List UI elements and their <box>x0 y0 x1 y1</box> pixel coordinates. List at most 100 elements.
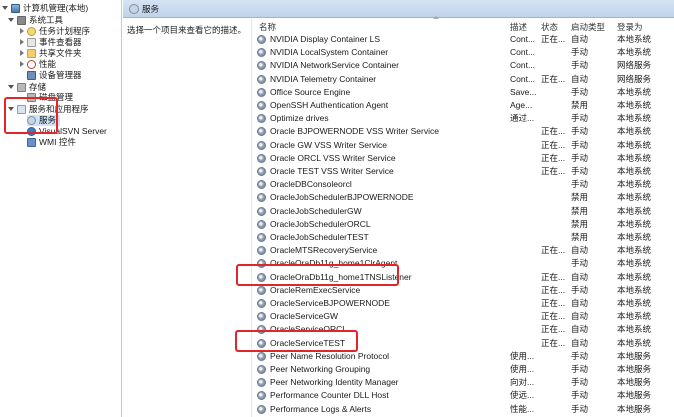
tree-item-performance[interactable]: 性能 <box>18 59 56 70</box>
service-startup-type: 手动 <box>571 47 589 58</box>
service-name: OracleServiceTEST <box>270 337 346 348</box>
table-row[interactable]: OracleOraDb11g_home1ClrAgent 手动 本地系统 <box>256 257 674 270</box>
expand-arrow-icon[interactable] <box>8 17 15 24</box>
tree-item-computer-management[interactable]: 计算机管理(本地) <box>2 3 88 14</box>
service-startup-type: 禁用 <box>571 218 589 229</box>
table-row[interactable]: OracleServiceTEST 正在... 自动 本地系统 <box>256 337 674 350</box>
tree-item-services[interactable]: 服务 <box>27 115 61 126</box>
service-name: NVIDIA Display Container LS <box>270 34 381 44</box>
table-row[interactable]: NVIDIA Telemetry Container Cont... 正在... 自动… <box>256 73 674 86</box>
tree-item-visualsvn-server[interactable]: VisualSVN Server <box>27 126 107 137</box>
service-gear-icon <box>257 35 266 44</box>
service-logon-as: 网络服务 <box>617 60 652 71</box>
service-name: OracleRemExecService <box>270 284 361 295</box>
table-row[interactable]: Oracle TEST VSS Writer Service 正在... 手动 本地系… <box>256 165 674 178</box>
table-row[interactable]: NVIDIA LocalSystem Container Cont... 手动 本地系… <box>256 46 674 59</box>
service-logon-as: 本地系统 <box>617 100 652 110</box>
service-logon-as: 本地系统 <box>617 271 652 282</box>
table-row[interactable]: Oracle BJPOWERNODE VSS Writer Service 正在.… <box>256 125 674 138</box>
service-name: NVIDIA NetworkService Container <box>270 60 399 71</box>
tree-item-task-scheduler[interactable]: 任务计划程序 <box>18 26 90 37</box>
service-name: Peer Networking Grouping <box>270 364 371 374</box>
expand-arrow-icon[interactable] <box>8 106 15 113</box>
table-row[interactable]: Peer Name Resolution Protocol 使用... 手动 本地服务 <box>256 350 674 363</box>
expand-arrow-icon[interactable] <box>18 28 25 35</box>
service-name: OracleJobSchedulerORCL <box>270 218 371 229</box>
table-row[interactable]: Performance Logs & Alerts 性能... 手动 本地服务 <box>256 403 674 416</box>
service-startup-type: 手动 <box>571 284 589 295</box>
service-logon-as: 本地系统 <box>617 311 652 322</box>
service-startup-type: 自动 <box>571 245 589 256</box>
service-gear-icon <box>257 272 266 282</box>
service-name: OracleJobSchedulerTEST <box>270 232 369 242</box>
storage-icon <box>17 83 26 92</box>
table-row[interactable]: Optimize drives 通过... 手动 本地系统 <box>256 112 674 125</box>
expand-arrow-icon[interactable] <box>18 61 25 68</box>
gear-icon <box>27 116 36 125</box>
column-header-status[interactable]: 状态 <box>541 21 558 33</box>
service-description: 使远... <box>510 390 535 401</box>
service-gear-icon <box>257 338 266 348</box>
service-logon-as: 本地系统 <box>617 47 652 58</box>
service-name: Office Source Engine <box>270 86 351 97</box>
service-gear-icon <box>257 259 266 269</box>
table-row[interactable]: OracleMTSRecoveryService 正在... 自动 本地系统 <box>256 244 674 257</box>
tree-item-system-tools[interactable]: 系统工具 <box>8 15 63 26</box>
table-row[interactable]: Peer Networking Grouping 使用... 手动 本地服务 <box>256 363 674 376</box>
service-logon-as: 本地系统 <box>617 218 652 229</box>
tree-item-wmi-control[interactable]: WMI 控件 <box>27 137 76 148</box>
tree-item-services-and-applications[interactable]: 服务和应用程序 <box>8 104 89 115</box>
tree-item-shared-folders[interactable]: 共享文件夹 <box>18 48 82 59</box>
service-name: OracleOraDb11g_home1TNSListener <box>270 271 412 282</box>
service-logon-as: 本地系统 <box>617 245 652 256</box>
table-row[interactable]: OracleServiceBJPOWERNODE 正在... 自动 本地系统 <box>256 297 674 310</box>
service-gear-icon <box>257 351 266 361</box>
table-row[interactable]: OracleOraDb11g_home1TNSListener 正在... 自动 本地… <box>256 271 674 284</box>
table-row[interactable]: OracleRemExecService 正在... 手动 本地系统 <box>256 284 674 297</box>
table-row[interactable]: OpenSSH Authentication Agent Age... 禁用 本地系统 <box>256 99 674 112</box>
table-row[interactable]: OracleJobSchedulerBJPOWERNODE 禁用 本地系统 <box>256 191 674 204</box>
tree-item-label: 计算机管理(本地) <box>23 3 89 13</box>
table-row[interactable]: OracleJobSchedulerORCL 禁用 本地系统 <box>256 218 674 231</box>
service-startup-type: 手动 <box>571 258 589 269</box>
service-name: NVIDIA LocalSystem Container <box>270 47 389 58</box>
service-startup-type: 手动 <box>571 350 589 361</box>
column-header-description[interactable]: 描述 <box>510 21 527 33</box>
expand-arrow-icon[interactable] <box>8 84 15 91</box>
table-row[interactable]: Oracle ORCL VSS Writer Service 正在... 手动 本地系… <box>256 152 674 165</box>
table-row[interactable]: OracleJobSchedulerTEST 禁用 本地系统 <box>256 231 674 244</box>
table-row[interactable]: Oracle GW VSS Writer Service 正在... 手动 本地系统 <box>256 139 674 152</box>
service-logon-as: 本地服务 <box>617 350 652 361</box>
service-status: 正在... <box>541 324 566 335</box>
table-row[interactable]: Office Source Engine Save... 手动 本地系统 <box>256 86 674 99</box>
table-row[interactable]: Performance Counter DLL Host 使远... 手动 本地服务 <box>256 389 674 402</box>
table-row[interactable]: OracleServiceORCL 正在... 自动 本地系统 <box>256 323 674 336</box>
tree-item-disk-management[interactable]: 磁盘管理 <box>18 93 73 102</box>
table-row[interactable]: OracleDBConsoleorcl 手动 本地系统 <box>256 178 674 191</box>
table-row[interactable]: Peer Networking Identity Manager 向对... 手动 本… <box>256 376 674 389</box>
expand-arrow-icon[interactable] <box>18 39 25 46</box>
tree-item-device-manager[interactable]: 设备管理器 <box>27 70 82 81</box>
service-gear-icon <box>257 127 266 137</box>
service-name: OracleMTSRecoveryService <box>270 245 378 256</box>
service-startup-type: 手动 <box>571 152 589 163</box>
service-startup-type: 手动 <box>571 113 589 124</box>
table-row[interactable]: NVIDIA Display Container LS Cont... 正在... 自… <box>256 33 674 46</box>
service-gear-icon <box>257 74 266 84</box>
sort-arrow-icon <box>433 16 439 19</box>
svn-icon <box>27 127 36 136</box>
tree-item-event-viewer[interactable]: 事件查看器 <box>18 37 82 48</box>
table-row[interactable]: NVIDIA NetworkService Container Cont... 手动… <box>256 59 674 72</box>
service-name: OracleDBConsoleorcl <box>270 179 352 190</box>
table-row[interactable]: OracleServiceGW 正在... 自动 本地系统 <box>256 310 674 323</box>
service-name: OpenSSH Authentication Agent <box>270 100 389 110</box>
tree-item-storage[interactable]: 存储 <box>8 82 46 93</box>
expand-arrow-icon[interactable] <box>18 50 25 57</box>
service-description: 向对... <box>510 377 535 388</box>
expand-arrow-icon[interactable] <box>2 5 9 12</box>
service-name: Oracle ORCL VSS Writer Service <box>270 152 396 163</box>
table-row[interactable]: OracleJobSchedulerGW 禁用 本地系统 <box>256 205 674 218</box>
column-header-startup-type[interactable]: 启动类型 <box>571 21 605 33</box>
column-header-logon-as[interactable]: 登录为 <box>617 21 643 33</box>
column-header-name[interactable]: 名称 <box>259 21 276 33</box>
